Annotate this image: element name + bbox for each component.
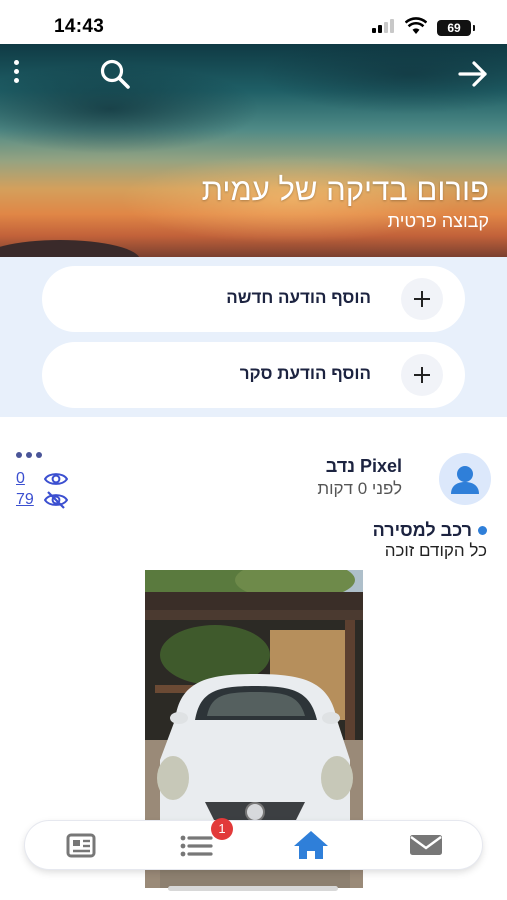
home-icon <box>294 831 328 859</box>
post-title-row: רכב למסירה <box>373 520 487 541</box>
author-avatar[interactable] <box>439 453 491 505</box>
post-timestamp: לפני 0 דקות <box>317 479 402 498</box>
cellular-signal-icon <box>372 19 396 33</box>
user-icon <box>451 466 479 494</box>
home-indicator <box>168 886 338 891</box>
post-body: כל הקודם זוכה <box>384 541 487 560</box>
group-privacy-label: קבוצה פרטית <box>387 211 489 231</box>
add-post-button[interactable]: הוסף הודעה חדשה <box>42 266 465 332</box>
notification-badge: 1 <box>211 818 233 840</box>
plus-icon <box>401 278 443 320</box>
wifi-icon <box>405 17 427 34</box>
bottom-navigation: 1 <box>25 818 482 869</box>
nav-messages[interactable] <box>396 821 456 869</box>
nav-home[interactable] <box>281 821 341 869</box>
plus-icon <box>401 354 443 396</box>
status-bar: 14:43 69 <box>0 0 507 44</box>
views-stat[interactable]: 0 <box>16 469 68 489</box>
status-time: 14:43 <box>54 16 105 37</box>
add-poll-label: הוסף הודעת סקר <box>239 364 371 383</box>
nav-news[interactable] <box>51 821 111 869</box>
group-header: פורום בדיקה של עמית קבוצה פרטית <box>0 44 507 257</box>
add-post-label: הוסף הודעה חדשה <box>226 288 371 307</box>
arrow-right-icon[interactable] <box>457 60 489 88</box>
eye-off-icon <box>44 491 68 509</box>
header-hill <box>0 240 140 257</box>
unseen-stat[interactable]: 79 <box>16 490 68 510</box>
search-icon[interactable] <box>98 58 132 90</box>
topic-dot-icon <box>478 526 487 535</box>
add-poll-button[interactable]: הוסף הודעת סקר <box>42 342 465 408</box>
group-title: פורום בדיקה של עמית <box>201 172 489 207</box>
views-count: 0 <box>16 470 25 487</box>
mail-icon <box>410 835 442 855</box>
unseen-count: 79 <box>16 491 34 508</box>
post-author[interactable]: Pixel נדב <box>326 456 402 477</box>
newspaper-icon <box>66 833 96 858</box>
post-title: רכב למסירה <box>372 520 472 540</box>
post-options-icon[interactable] <box>16 452 44 460</box>
eye-icon <box>44 473 68 485</box>
battery-indicator: 69 <box>437 20 475 36</box>
add-post-section: הוסף הודעה חדשה הוסף הודעת סקר <box>0 257 507 417</box>
more-vertical-icon[interactable] <box>10 58 24 86</box>
